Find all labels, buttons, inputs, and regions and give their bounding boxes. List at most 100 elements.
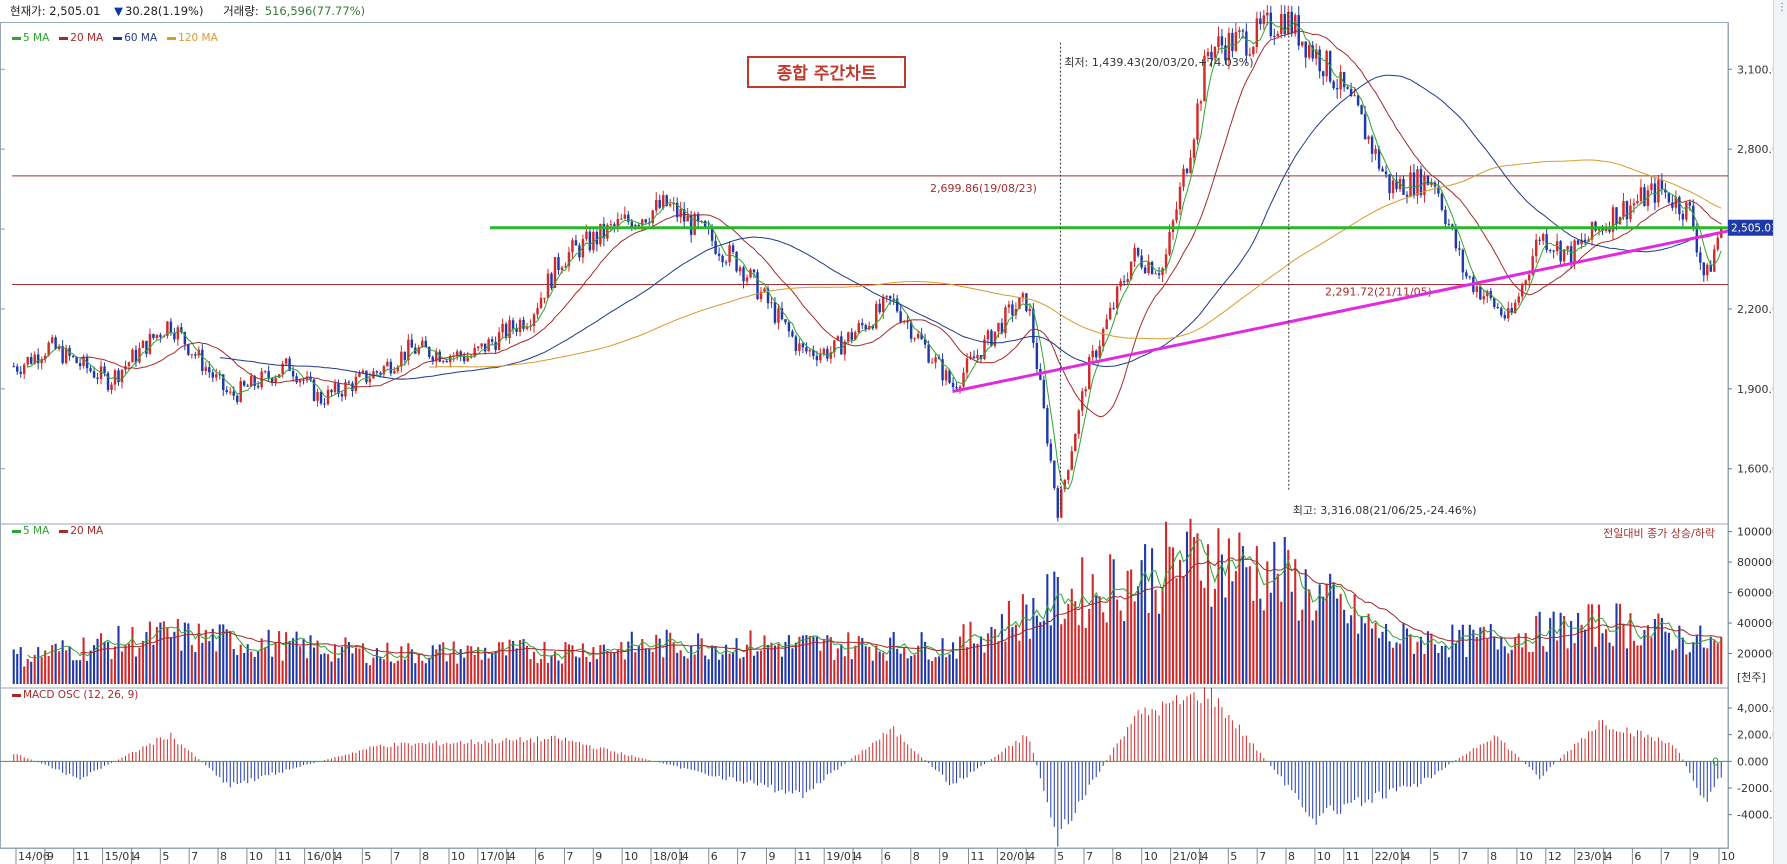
legend-item: 5 MA	[12, 525, 49, 537]
candle-body	[546, 273, 550, 298]
candle-body	[1374, 148, 1377, 154]
candle-body	[155, 334, 159, 339]
candle-body	[1276, 33, 1280, 37]
date-tick-label: 11	[971, 850, 985, 863]
candle-body	[480, 343, 483, 347]
vertical-scrollbar[interactable]: ⋮	[1773, 0, 1787, 864]
reference-line-label: 2,699.86(19/08/23)	[930, 182, 1037, 195]
date-tick-label: 4	[1606, 850, 1613, 863]
candle-body	[557, 257, 560, 271]
candle-body	[54, 337, 57, 350]
date-tick-label: 4	[682, 850, 689, 863]
candle-body	[1339, 72, 1342, 90]
candle-body	[1548, 250, 1552, 252]
date-tick-label: 6	[1634, 850, 1641, 863]
candle-body	[131, 349, 134, 363]
date-tick-label: 5	[364, 850, 371, 863]
volume-tick-label: 6000000	[1737, 587, 1773, 600]
candle-body	[1321, 71, 1325, 77]
candle-body	[1496, 306, 1499, 309]
candle-body	[668, 204, 672, 206]
date-tick-label: 11	[76, 850, 90, 863]
candle-body	[1049, 443, 1053, 461]
candle-body	[972, 356, 976, 359]
legend-label: 5 MA	[23, 32, 50, 44]
candle-body	[518, 319, 522, 332]
candle-body	[1042, 379, 1046, 409]
date-tick-label: 5	[1230, 850, 1237, 863]
candle-body	[543, 297, 546, 299]
candle-body	[225, 390, 228, 393]
candle-body	[916, 334, 920, 339]
candle-body	[1517, 296, 1520, 303]
date-tick-label: 8	[1288, 850, 1295, 863]
candle-body	[1252, 46, 1255, 55]
volume-unit-label: [천주]	[1737, 670, 1766, 684]
candle-body	[934, 357, 937, 363]
date-tick-label: 4	[1028, 850, 1035, 863]
candle-body	[808, 350, 812, 352]
candle-body	[333, 382, 337, 393]
candle-body	[1503, 315, 1506, 319]
candle-body	[644, 219, 647, 223]
date-tick-label: 5	[1057, 850, 1064, 863]
candle-body	[445, 360, 448, 363]
candle-body	[1688, 202, 1692, 206]
candle-body	[1370, 136, 1374, 154]
candle-body	[1280, 13, 1283, 34]
candle-body	[1475, 286, 1479, 292]
candle-body	[990, 330, 993, 346]
candle-body	[103, 366, 106, 374]
volume-tick-label: 10000000	[1737, 526, 1773, 539]
candle-body	[798, 343, 801, 351]
candle-body	[951, 382, 955, 388]
candle-body	[1053, 460, 1056, 489]
candle-body	[1419, 169, 1423, 196]
volume-tick-label: 2000000	[1737, 648, 1773, 661]
candle-body	[508, 320, 511, 338]
candle-body	[822, 348, 826, 354]
chart-canvas[interactable]: 1,600.001,900.002,200.002,500.002,800.00…	[0, 0, 1773, 864]
date-tick-label: 5	[1432, 850, 1439, 863]
candle-body	[756, 272, 759, 300]
candle-body	[1290, 11, 1293, 34]
date-tick-label: 11	[797, 850, 811, 863]
candle-body	[120, 369, 124, 383]
candle-body	[560, 267, 564, 271]
candle-body	[550, 273, 553, 288]
candle-body	[784, 319, 787, 323]
candle-body	[571, 240, 574, 253]
candle-body	[944, 370, 948, 381]
candle-body	[379, 372, 382, 375]
date-tick-label: 11	[278, 850, 292, 863]
candle-body	[1175, 209, 1178, 221]
candle-body	[393, 370, 396, 374]
candle-body	[826, 348, 829, 359]
candle-body	[1643, 187, 1646, 207]
candle-body	[1405, 194, 1409, 197]
date-tick-label: 5	[162, 850, 169, 863]
candle-body	[679, 209, 682, 218]
candle-body	[190, 354, 194, 356]
candle-body	[494, 341, 497, 350]
candle-body	[1632, 203, 1636, 206]
legend-swatch	[113, 36, 123, 40]
candle-body	[1482, 296, 1486, 300]
candle-body	[539, 298, 543, 309]
candle-body	[1552, 250, 1555, 252]
candle-body	[738, 267, 742, 272]
candle-body	[1154, 273, 1157, 275]
candle-body	[1440, 193, 1444, 210]
date-tick-label: 4	[855, 850, 862, 863]
candle-body	[1342, 72, 1346, 88]
candle-body	[965, 358, 969, 373]
date-tick-label: 9	[768, 850, 775, 863]
candle-body	[1011, 304, 1014, 316]
candle-body	[1178, 186, 1182, 210]
grip-icon[interactable]: ⋮	[1777, 2, 1787, 13]
candle-body	[1507, 308, 1510, 319]
date-tick-label: 7	[1461, 850, 1468, 863]
candle-body	[211, 372, 215, 378]
candle-body	[1021, 293, 1025, 298]
candle-body	[840, 336, 843, 355]
